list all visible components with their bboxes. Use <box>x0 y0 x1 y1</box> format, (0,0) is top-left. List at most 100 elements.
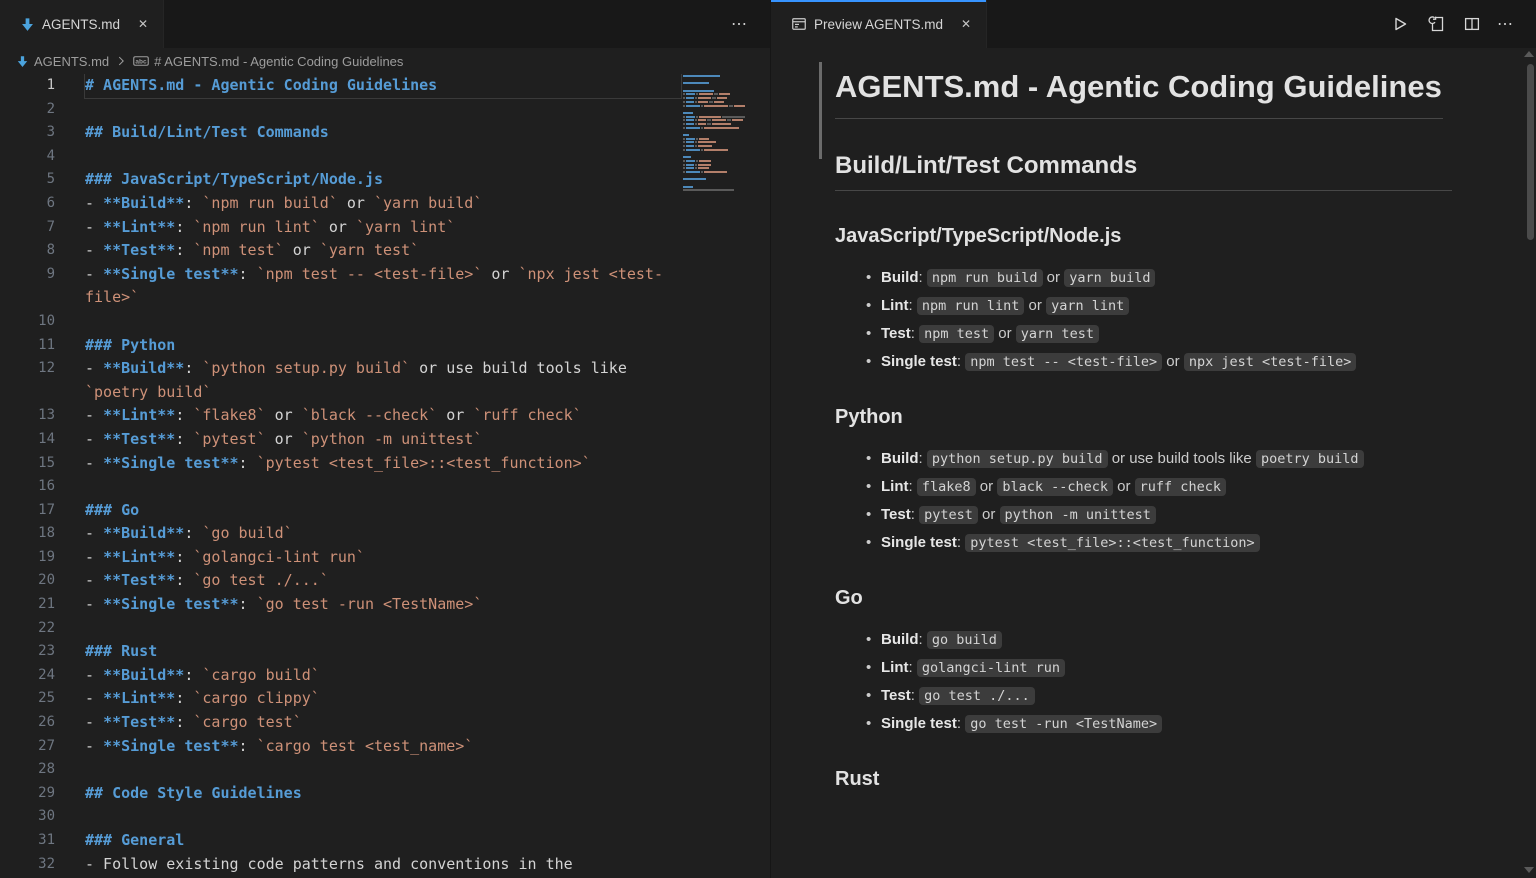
line-number[interactable]: 2 <box>0 98 55 122</box>
editor-line[interactable]: 23### Rust <box>0 640 681 664</box>
breadcrumb-symbol[interactable]: # AGENTS.md - Agentic Coding Guidelines <box>154 54 403 69</box>
editor-line[interactable]: 14- **Test**: `pytest` or `python -m uni… <box>0 428 681 452</box>
editor-line[interactable]: 25- **Lint**: `cargo clippy` <box>0 687 681 711</box>
show-source-icon[interactable] <box>1425 13 1447 35</box>
editor-line[interactable]: 27- **Single test**: `cargo test <test_n… <box>0 735 681 759</box>
markdown-preview[interactable]: AGENTS.md - Agentic Coding GuidelinesBui… <box>771 48 1536 878</box>
line-number[interactable]: 13 <box>0 404 55 428</box>
line-number[interactable]: 12 <box>0 357 55 404</box>
tab-preview-agents-md[interactable]: Preview AGENTS.md ✕ <box>771 0 987 48</box>
editor-line[interactable]: 32- Follow existing code patterns and co… <box>0 853 681 877</box>
line-number[interactable]: 23 <box>0 640 55 664</box>
symbol-string-icon: abc <box>133 53 149 69</box>
scrollbar-down-arrow-icon[interactable] <box>1524 867 1534 873</box>
line-number[interactable]: 4 <box>0 145 55 169</box>
editor-line[interactable]: 21- **Single test**: `go test -run <Test… <box>0 593 681 617</box>
line-number[interactable]: 5 <box>0 168 55 192</box>
editor-line[interactable]: 5### JavaScript/TypeScript/Node.js <box>0 168 681 192</box>
editor-line[interactable]: 11### Python <box>0 334 681 358</box>
code-editor[interactable]: 1# AGENTS.md - Agentic Coding Guidelines… <box>0 74 770 878</box>
editor-line[interactable]: 26- **Test**: `cargo test` <box>0 711 681 735</box>
markdown-file-icon <box>16 55 29 68</box>
line-number[interactable]: 14 <box>0 428 55 452</box>
breadcrumb[interactable]: AGENTS.md abc # AGENTS.md - Agentic Codi… <box>0 48 770 74</box>
preview-h3: JavaScript/TypeScript/Node.js <box>835 223 1452 250</box>
editor-line[interactable]: 6- **Build**: `npm run build` or `yarn b… <box>0 192 681 216</box>
line-number[interactable]: 3 <box>0 121 55 145</box>
preview-list-item: Test: pytest or python -m unittest <box>881 505 1452 525</box>
editor-line[interactable]: 16 <box>0 475 681 499</box>
line-number[interactable]: 27 <box>0 735 55 759</box>
line-number[interactable]: 29 <box>0 782 55 806</box>
minimap[interactable] <box>683 75 745 193</box>
editor-line[interactable]: 20- **Test**: `go test ./...` <box>0 569 681 593</box>
line-number[interactable]: 1 <box>0 74 55 98</box>
editor-line[interactable]: 22 <box>0 617 681 641</box>
breadcrumb-file[interactable]: AGENTS.md <box>34 54 109 69</box>
line-number[interactable]: 32 <box>0 853 55 877</box>
editor-line[interactable]: 4 <box>0 145 681 169</box>
editor-line[interactable]: 19- **Lint**: `golangci-lint run` <box>0 546 681 570</box>
editor-line[interactable]: 8- **Test**: `npm test` or `yarn test` <box>0 239 681 263</box>
editor-line[interactable]: 28 <box>0 758 681 782</box>
editor-line[interactable]: 2 <box>0 98 681 122</box>
editor-line[interactable]: 3## Build/Lint/Test Commands <box>0 121 681 145</box>
line-number[interactable]: 6 <box>0 192 55 216</box>
editor-line[interactable]: 13- **Lint**: `flake8` or `black --check… <box>0 404 681 428</box>
editor-line[interactable]: 30 <box>0 805 681 829</box>
line-number[interactable]: 15 <box>0 452 55 476</box>
minimap-line <box>683 82 745 84</box>
editor-line[interactable]: 17### Go <box>0 499 681 523</box>
minimap-line <box>683 127 745 129</box>
preview-list-item: Single test: npm test -- <test-file> or … <box>881 352 1452 372</box>
line-number[interactable]: 18 <box>0 522 55 546</box>
preview-scrollbar[interactable] <box>1527 64 1534 240</box>
line-number[interactable]: 20 <box>0 569 55 593</box>
editor-line[interactable]: 18- **Build**: `go build` <box>0 522 681 546</box>
line-number[interactable]: 26 <box>0 711 55 735</box>
editor-line[interactable]: 12- **Build**: `python setup.py build` o… <box>0 357 681 404</box>
scrollbar-up-arrow-icon[interactable] <box>1524 51 1534 57</box>
editor-line[interactable]: 10 <box>0 310 681 334</box>
split-editor-icon[interactable] <box>1461 13 1483 35</box>
line-number[interactable]: 25 <box>0 687 55 711</box>
preview-list-item: Lint: npm run lint or yarn lint <box>881 296 1452 316</box>
line-number[interactable]: 10 <box>0 310 55 334</box>
line-number[interactable]: 30 <box>0 805 55 829</box>
line-number[interactable]: 22 <box>0 617 55 641</box>
close-tab-icon[interactable]: ✕ <box>958 15 974 33</box>
close-tab-icon[interactable]: ✕ <box>135 15 151 33</box>
minimap-line <box>683 112 745 114</box>
preview-list: Build: go buildLint: golangci-lint runTe… <box>835 630 1452 734</box>
editor-lines: 1# AGENTS.md - Agentic Coding Guidelines… <box>0 74 681 876</box>
minimap-line <box>683 186 745 188</box>
more-actions-icon[interactable]: ⋯ <box>731 14 748 34</box>
more-actions-icon[interactable]: ⋯ <box>1497 14 1514 34</box>
line-number[interactable]: 19 <box>0 546 55 570</box>
run-icon[interactable] <box>1389 13 1411 35</box>
minimap-line <box>683 149 745 151</box>
line-number[interactable]: 9 <box>0 263 55 310</box>
editor-line[interactable]: 31### General <box>0 829 681 853</box>
tab-agents-md[interactable]: AGENTS.md ✕ <box>0 0 164 48</box>
editor-line[interactable]: 1# AGENTS.md - Agentic Coding Guidelines <box>0 74 681 98</box>
preview-list-item: Test: go test ./... <box>881 686 1452 706</box>
item-label: Build <box>881 450 919 467</box>
editor-line[interactable]: 7- **Lint**: `npm run lint` or `yarn lin… <box>0 216 681 240</box>
line-number[interactable]: 28 <box>0 758 55 782</box>
preview-list-item: Build: python setup.py build or use buil… <box>881 449 1452 469</box>
editor-line[interactable]: 15- **Single test**: `pytest <test_file>… <box>0 452 681 476</box>
editor-line[interactable]: 29## Code Style Guidelines <box>0 782 681 806</box>
line-number[interactable]: 7 <box>0 216 55 240</box>
line-number[interactable]: 24 <box>0 664 55 688</box>
editor-line[interactable]: 9- **Single test**: `npm test -- <test-f… <box>0 263 681 310</box>
line-number[interactable]: 17 <box>0 499 55 523</box>
line-number[interactable]: 8 <box>0 239 55 263</box>
preview-list: Build: npm run build or yarn buildLint: … <box>835 268 1452 372</box>
line-number[interactable]: 11 <box>0 334 55 358</box>
line-number[interactable]: 16 <box>0 475 55 499</box>
preview-list-item: Test: npm test or yarn test <box>881 324 1452 344</box>
line-number[interactable]: 21 <box>0 593 55 617</box>
line-number[interactable]: 31 <box>0 829 55 853</box>
editor-line[interactable]: 24- **Build**: `cargo build` <box>0 664 681 688</box>
